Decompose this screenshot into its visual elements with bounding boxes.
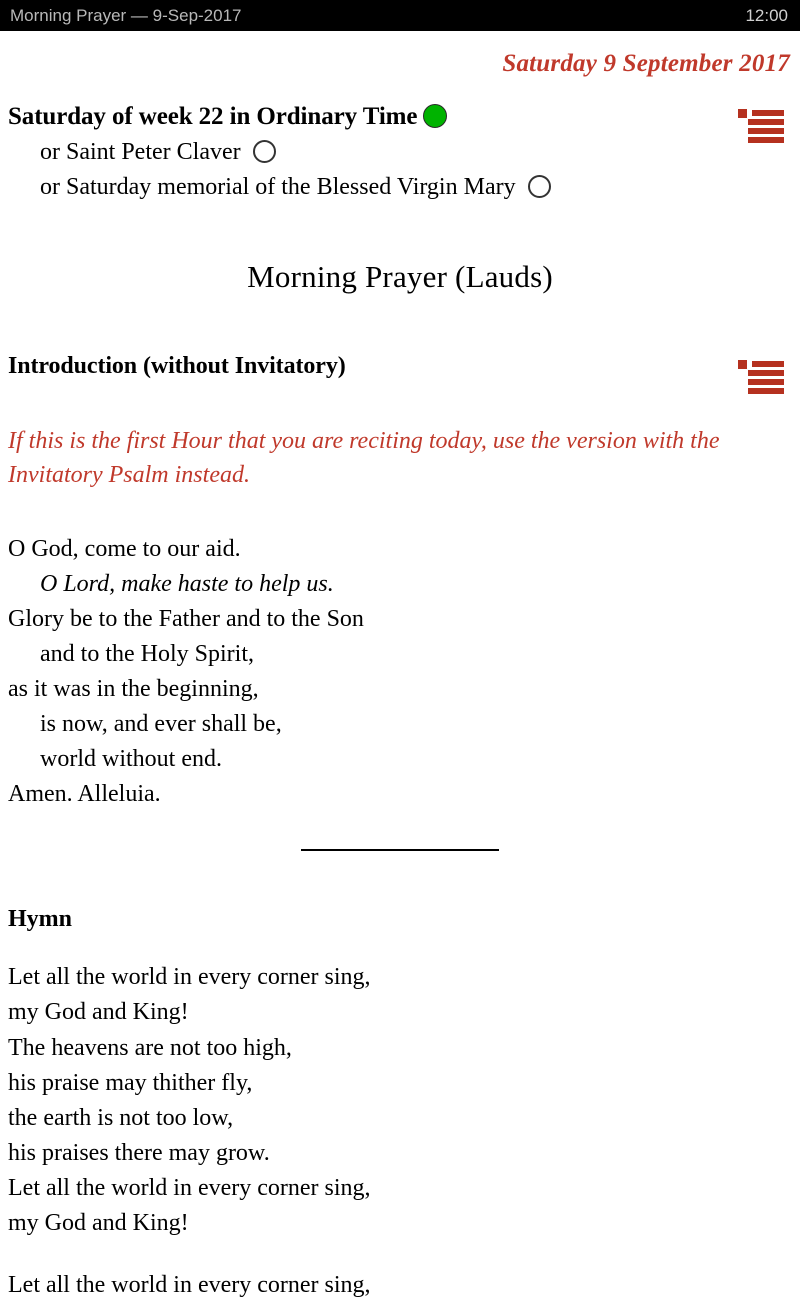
introduction-heading: Introduction (without Invitatory): [8, 352, 346, 379]
hymn-stanza: Let all the world in every corner sing,: [8, 1268, 792, 1303]
introduction-rubric: If this is the first Hour that you are r…: [8, 427, 720, 488]
menu-icon-bar-4: [748, 137, 784, 143]
menu-icon-bar-2: [748, 369, 784, 376]
verse-line: and to the Holy Spirit,: [40, 641, 254, 668]
verse-line: O God, come to our aid.: [8, 536, 241, 563]
hymn-line: my God and King!: [8, 999, 189, 1026]
menu-icon-bar-1: [752, 110, 784, 116]
office-title-row[interactable]: Saturday of week 22 in Ordinary Time: [8, 100, 792, 135]
office-alternative-2[interactable]: or Saturday memorial of the Blessed Virg…: [8, 170, 792, 205]
index-menu-icon[interactable]: [738, 359, 784, 394]
office-selection-block: Saturday of week 22 in Ordinary Time or …: [8, 100, 792, 205]
menu-icon-square: [738, 359, 747, 369]
green-filled-circle-icon[interactable]: [423, 104, 448, 128]
menu-icon-bar-3: [748, 378, 784, 385]
verse-line: as it was in the beginning,: [8, 676, 259, 703]
hymn-line: his praises there may grow.: [8, 1139, 270, 1166]
empty-circle-radio-icon[interactable]: [527, 174, 551, 198]
prayer-page: Saturday 9 September 2017 Saturday of we…: [0, 50, 800, 1303]
hymn-line: Let all the world in every corner sing,: [8, 1271, 371, 1298]
hymn-line: his praise may thither fly,: [8, 1069, 253, 1096]
page-date: Saturday 9 September 2017: [502, 50, 790, 77]
status-bar-title: Morning Prayer — 9-Sep-2017: [10, 5, 242, 25]
menu-icon-bar-1: [752, 360, 784, 367]
hour-title: Morning Prayer (Lauds): [247, 258, 553, 294]
menu-icon-bar-2: [748, 119, 784, 125]
verse-line: Glory be to the Father and to the Son: [8, 606, 364, 633]
empty-circle-radio-icon[interactable]: [252, 139, 276, 163]
hymn-line: Let all the world in every corner sing,: [8, 1174, 371, 1201]
office-alternative-1[interactable]: or Saint Peter Claver: [8, 135, 792, 170]
office-alternative-2-label: or Saturday memorial of the Blessed Virg…: [40, 173, 516, 200]
verse-line: Amen. Alleluia.: [8, 781, 161, 808]
menu-icon-square: [738, 109, 747, 118]
hymn-line: Let all the world in every corner sing,: [8, 964, 371, 991]
introduction-verses: O God, come to our aid. O Lord, make has…: [8, 532, 792, 812]
status-bar: Morning Prayer — 9-Sep-2017 12:00: [0, 0, 800, 31]
status-bar-clock: 12:00: [745, 5, 788, 25]
hymn-line: my God and King!: [8, 1209, 189, 1236]
hymn-line: The heavens are not too high,: [8, 1034, 292, 1061]
office-alternative-1-label: or Saint Peter Claver: [40, 138, 241, 165]
verse-line: O Lord, make haste to help us.: [40, 571, 334, 598]
hymn-section-header: Hymn: [8, 906, 792, 933]
menu-icon-bar-4: [748, 387, 784, 394]
verse-line: is now, and ever shall be,: [40, 711, 282, 738]
index-menu-icon[interactable]: [738, 108, 784, 143]
hymn-line: the earth is not too low,: [8, 1104, 234, 1131]
office-title-label: Saturday of week 22 in Ordinary Time: [8, 103, 418, 130]
menu-icon-bar-3: [748, 128, 784, 134]
section-divider: [301, 849, 499, 852]
hymn-stanza: Let all the world in every corner sing, …: [8, 960, 792, 1240]
verse-line: world without end.: [40, 746, 222, 773]
introduction-section-header: Introduction (without Invitatory): [8, 352, 792, 394]
hymn-heading: Hymn: [8, 906, 73, 933]
